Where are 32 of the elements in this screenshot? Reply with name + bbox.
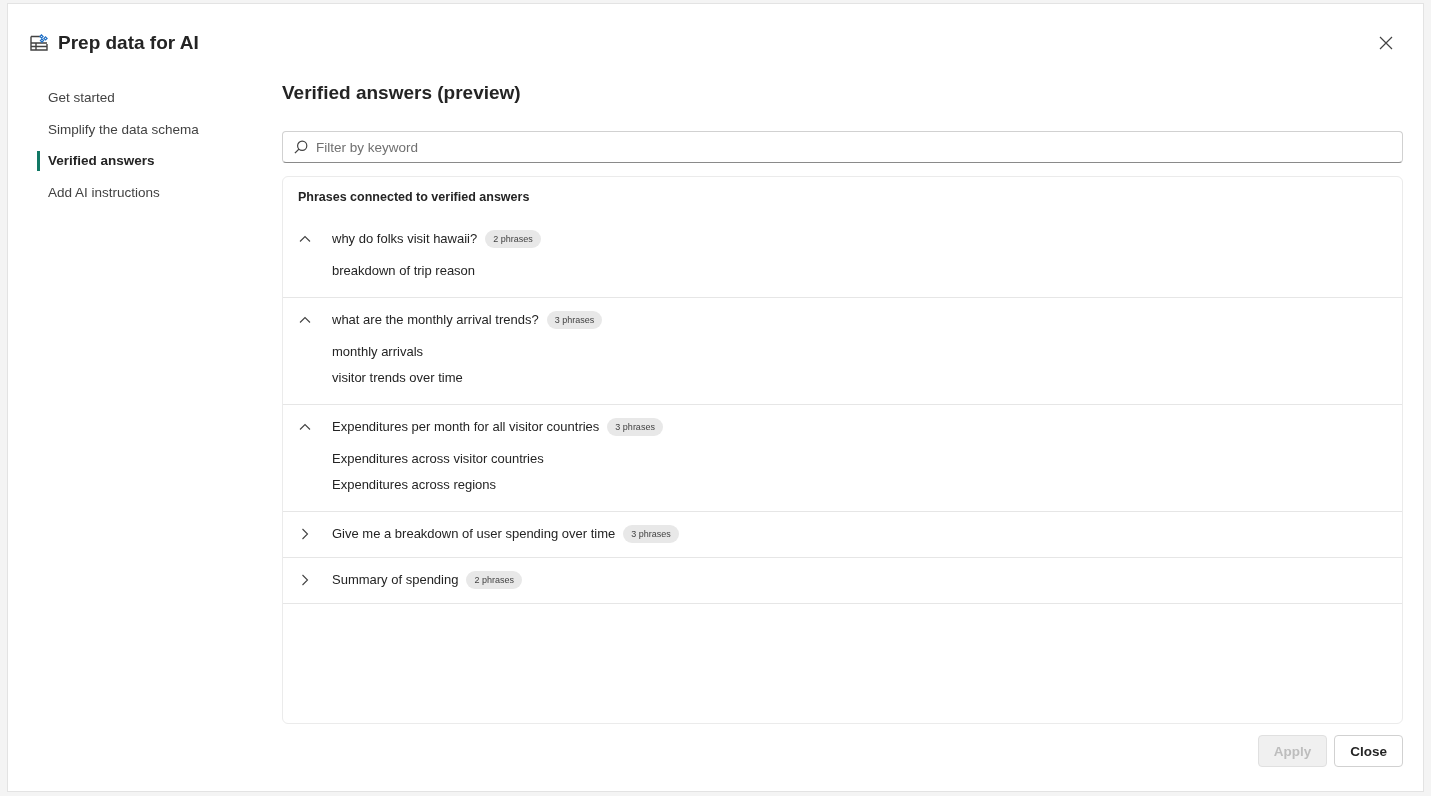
question-text[interactable]: Summary of spending [332,570,459,590]
phrase-count-badge: 3 phrases [546,311,603,329]
search-icon [294,140,308,154]
chevron-up-icon[interactable] [299,314,311,326]
chevron-right-icon[interactable] [299,574,311,586]
search-field[interactable]: Filter by keyword [282,131,1403,163]
phrase-count-badge: 3 phrases [607,418,663,436]
dialog-title: Prep data for AI [58,32,199,54]
sidebar-item[interactable]: Get started [37,82,123,114]
section-heading: Verified answers (preview) [282,82,521,104]
sidebar-item[interactable]: Simplify the data schema [37,113,207,146]
chevron-up-icon[interactable] [299,233,311,245]
phrase-count-badge: 2 phrases [466,571,522,589]
phrase-count-badge: 2 phrases [485,230,541,248]
close-button[interactable]: Close [1334,735,1403,767]
question-text[interactable]: Expenditures per month for all visitor countries [332,417,600,437]
phrase-text: visitor trends over time [332,369,463,387]
phrase-text: breakdown of trip reason [332,262,476,280]
phrase-count-badge: 3 phrases [623,525,679,543]
panel-title: Phrases connected to verified answers [298,189,530,205]
chevron-up-icon[interactable] [299,421,311,433]
sidebar-item[interactable]: Verified answers [37,145,163,177]
phrase-text: monthly arrivals [332,343,424,361]
close-icon[interactable] [1379,36,1393,50]
chevron-right-icon[interactable] [299,528,311,540]
table-sparkle-icon [30,34,48,52]
question-text[interactable]: why do folks visit hawaii? [332,229,478,249]
phrase-text: Expenditures across visitor countries [332,450,544,468]
question-text[interactable]: what are the monthly arrival trends? [332,310,539,330]
question-text[interactable]: Give me a breakdown of user spending over time [332,524,616,544]
sidebar-item[interactable]: Add AI instructions [37,176,168,209]
phrase-text: Expenditures across regions [332,476,497,494]
